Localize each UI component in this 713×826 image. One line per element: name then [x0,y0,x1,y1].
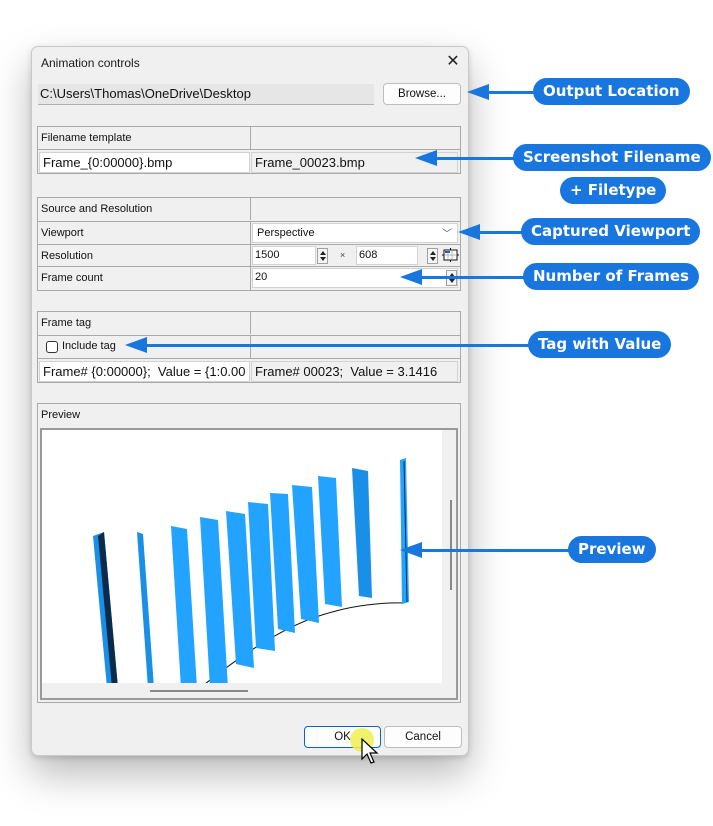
preview-viewport[interactable] [40,428,458,700]
resolution-separator: × [340,250,346,260]
arrow-head-icon [400,269,422,285]
annotation-preview: Preview [568,536,656,563]
dialog-title: Animation controls [41,56,140,70]
frame-count-label: Frame count [41,272,103,284]
annotation-arrow [478,231,522,234]
annotation-arrow [420,549,572,552]
filename-template-group: Filename template Frame_{0:00000}.bmp Fr… [37,126,461,174]
resolution-height-spinner[interactable] [427,248,438,264]
resolution-width-input[interactable]: 1500 [252,246,316,265]
include-tag-checkbox[interactable] [46,341,58,353]
arrow-head-icon [125,337,147,353]
resolution-height-input[interactable]: 608 [356,246,418,265]
annotation-arrow [436,157,516,160]
arrow-head-icon [415,150,437,166]
arrow-head-icon [458,224,480,240]
viewport-value: Perspective [257,227,315,239]
annotation-arrow [484,91,536,94]
vertical-scrollbar-thumb [450,500,452,590]
tag-template-input[interactable]: Frame# {0:00000}; Value = {1:0.00 [39,361,250,382]
chevron-down-icon: ﹀ [442,229,452,240]
frame-tag-group: Frame tag Include tag Frame# {0:00000}; … [37,311,461,383]
preview-image [42,430,456,698]
close-icon[interactable]: ✕ [443,52,463,72]
horizontal-scrollbar-thumb [150,690,248,692]
resolution-width-spinner[interactable] [317,248,328,264]
browse-button[interactable]: Browse... [383,83,461,105]
tag-preview-field: Frame# 00023; Value = 3.1416 [251,361,458,382]
viewport-dropdown[interactable]: Perspective ﹀ [252,223,458,243]
mouse-cursor-icon [361,738,379,764]
animation-controls-dialog: Animation controls ✕ C:\Users\Thomas\One… [31,46,469,756]
filename-template-header: Filename template [41,132,132,144]
cancel-button[interactable]: Cancel [384,726,462,748]
source-resolution-group: Source and Resolution Viewport Perspecti… [37,197,461,291]
annotation-captured-viewport: Captured Viewport [521,218,701,245]
preview-group: Preview [37,403,461,703]
viewport-label: Viewport [41,227,84,239]
source-resolution-header: Source and Resolution [41,203,153,215]
annotation-number-of-frames: Number of Frames [523,263,699,290]
annotation-filetype: + Filetype [560,177,667,204]
output-path-field[interactable]: C:\Users\Thomas\OneDrive\Desktop [38,84,374,105]
include-tag-label[interactable]: Include tag [62,336,116,358]
annotation-arrow [145,344,530,347]
annotation-output-location: Output Location [533,78,690,105]
preview-header: Preview [41,409,81,421]
annotation-tag-with-value: Tag with Value [528,331,672,358]
filename-template-input[interactable]: Frame_{0:00000}.bmp [39,152,250,173]
frame-tag-header: Frame tag [41,317,92,329]
annotation-arrow [420,276,526,279]
arrow-head-icon [400,542,422,558]
annotation-screenshot-filename: Screenshot Filename [513,144,711,171]
resolution-label: Resolution [41,250,93,262]
fit-resolution-icon[interactable] [442,248,459,264]
arrow-head-icon [467,84,489,100]
